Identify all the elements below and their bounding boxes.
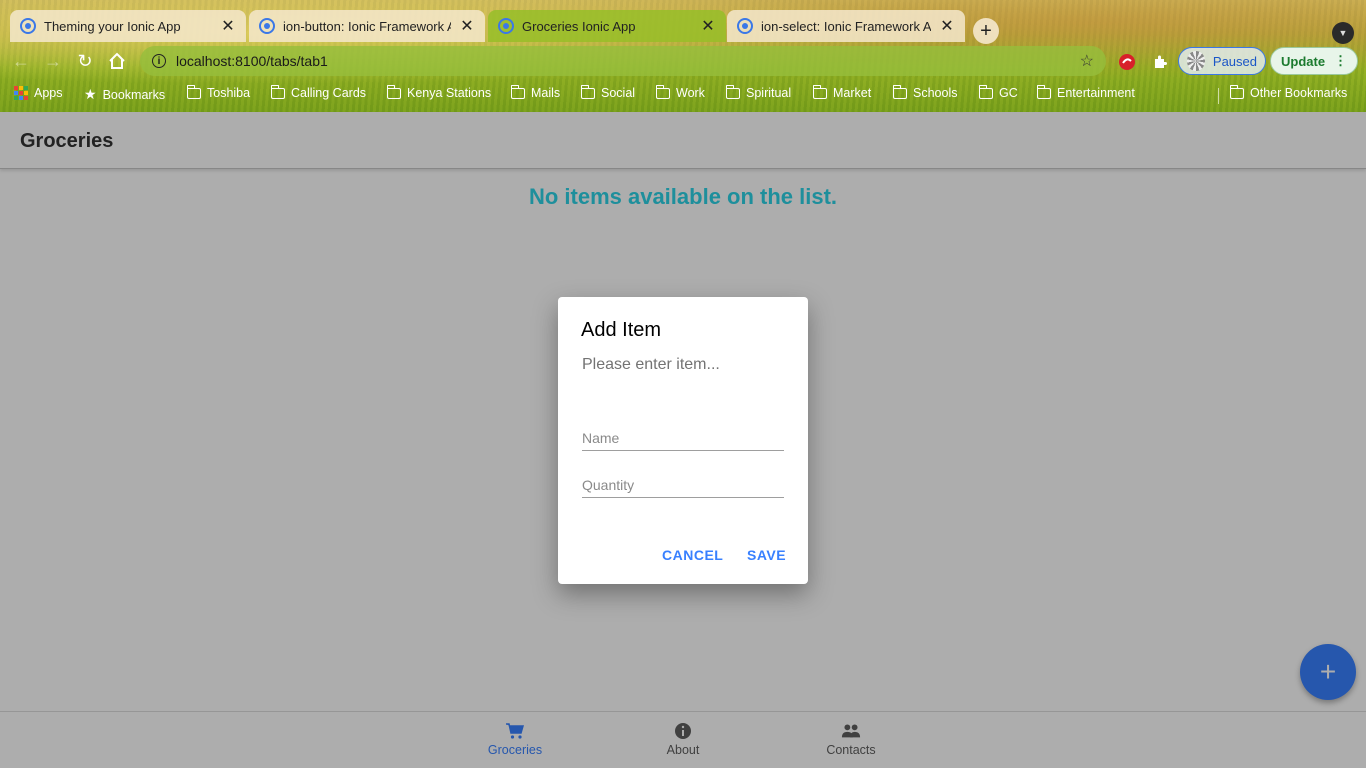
add-item-dialog: Add Item Please enter item... CANCEL SAV… [558, 297, 808, 584]
bookmark-label: Other Bookmarks [1250, 86, 1348, 100]
url-text: localhost:8100/tabs/tab1 [176, 53, 328, 69]
bookmark-star-icon[interactable]: ☆ [1080, 51, 1094, 71]
update-button[interactable]: Update ⋮ [1270, 47, 1358, 75]
save-button[interactable]: SAVE [747, 547, 786, 563]
browser-toolbar: ← → ↻ i localhost:8100/tabs/tab1 ☆ Pause… [0, 44, 1366, 78]
close-tab-icon[interactable]: ✕ [700, 16, 716, 36]
menu-dots-icon: ⋮ [1334, 53, 1347, 68]
bookmark-folder[interactable]: Toshiba [186, 84, 251, 100]
avatar [1187, 51, 1205, 71]
reload-icon[interactable]: ↻ [74, 50, 96, 72]
bookmark-bookmarks[interactable]: ★ Bookmarks [84, 86, 165, 103]
browser-tab-title: ion-button: Ionic Framework API [283, 18, 451, 34]
folder-icon [892, 84, 907, 99]
bookmark-folder[interactable]: GC [978, 84, 1018, 100]
browser-tab-title: ion-select: Ionic Framework API [761, 18, 931, 34]
bookmark-label: Work [676, 86, 705, 100]
dialog-title: Add Item [581, 319, 662, 341]
folder-icon [725, 84, 740, 99]
bookmark-folder[interactable]: Social [580, 84, 636, 100]
bookmark-label: Schools [913, 86, 958, 100]
browser-tab[interactable]: ion-button: Ionic Framework API ✕ [249, 10, 485, 42]
bookmark-folder[interactable]: Entertainment [1036, 84, 1135, 100]
home-icon[interactable] [106, 50, 128, 72]
profile-button[interactable]: Paused [1178, 47, 1266, 75]
page-favicon-icon [737, 18, 753, 34]
browser-chrome: Theming your Ionic App ✕ ion-button: Ion… [0, 0, 1366, 112]
bookmarks-bar: Apps ★ Bookmarks Toshiba Calling Cards K… [0, 82, 1366, 108]
bookmark-label: Social [601, 86, 636, 100]
new-tab-button[interactable]: + [973, 18, 999, 44]
bookmark-label: Apps [34, 86, 63, 100]
tab-strip: Theming your Ionic App ✕ ion-button: Ion… [0, 8, 1366, 44]
page-favicon-icon [20, 18, 36, 34]
bookmark-folder[interactable]: Work [655, 84, 705, 100]
bookmark-label: Bookmarks [102, 87, 166, 102]
folder-icon [1229, 84, 1244, 99]
page-favicon-icon [498, 18, 514, 34]
extension-icon[interactable] [1117, 52, 1137, 72]
bookmark-label: Entertainment [1057, 86, 1135, 100]
browser-tab-title: Theming your Ionic App [44, 18, 181, 34]
back-icon[interactable]: ← [10, 50, 32, 72]
page-favicon-icon [259, 18, 275, 34]
address-bar[interactable]: i localhost:8100/tabs/tab1 ☆ [140, 46, 1106, 76]
profile-status-label: Paused [1212, 53, 1257, 69]
apps-grid-icon [14, 86, 28, 100]
browser-tab-active[interactable]: Groceries Ionic App ✕ [488, 10, 726, 42]
bookmark-label: Spiritual [746, 86, 792, 100]
bookmark-folder[interactable]: Spiritual [725, 84, 792, 100]
star-icon: ★ [84, 86, 97, 102]
folder-icon [270, 84, 285, 99]
folder-icon [580, 84, 595, 99]
folder-icon [812, 84, 827, 99]
close-tab-icon[interactable]: ✕ [939, 16, 955, 36]
bookmark-folder[interactable]: Kenya Stations [386, 84, 492, 100]
other-bookmarks[interactable]: Other Bookmarks [1229, 84, 1348, 100]
folder-icon [510, 84, 525, 99]
browser-tab[interactable]: ion-select: Ionic Framework API ✕ [727, 10, 965, 42]
bookmark-label: Kenya Stations [407, 86, 492, 100]
bookmark-label: Market [833, 86, 872, 100]
close-tab-icon[interactable]: ✕ [220, 16, 236, 36]
bookmark-label: GC [999, 86, 1018, 100]
name-input[interactable] [582, 425, 784, 451]
quantity-input[interactable] [582, 472, 784, 498]
folder-icon [186, 84, 201, 99]
bookmark-folder[interactable]: Mails [510, 84, 561, 100]
bookmark-label: Toshiba [207, 86, 251, 100]
bookmark-label: Mails [531, 86, 561, 100]
browser-tab[interactable]: Theming your Ionic App ✕ [10, 10, 246, 42]
cancel-button[interactable]: CANCEL [662, 547, 723, 563]
update-label: Update [1281, 53, 1326, 69]
dialog-message: Please enter item... [582, 356, 720, 373]
browser-tab-title: Groceries Ionic App [522, 18, 636, 34]
folder-icon [1036, 84, 1051, 99]
bookmark-apps[interactable]: Apps [14, 86, 63, 100]
bookmark-folder[interactable]: Market [812, 84, 872, 100]
forward-icon[interactable]: → [42, 50, 64, 72]
tab-search-icon[interactable]: ▼ [1332, 22, 1354, 44]
bookmark-label: Calling Cards [291, 86, 367, 100]
folder-icon [386, 84, 401, 99]
bookmarks-divider [1218, 88, 1219, 104]
bookmark-folder[interactable]: Calling Cards [270, 84, 367, 100]
folder-icon [655, 84, 670, 99]
extensions-puzzle-icon[interactable] [1150, 52, 1170, 72]
site-info-icon[interactable]: i [152, 54, 166, 68]
close-tab-icon[interactable]: ✕ [459, 16, 475, 36]
folder-icon [978, 84, 993, 99]
bookmark-folder[interactable]: Schools [892, 84, 958, 100]
